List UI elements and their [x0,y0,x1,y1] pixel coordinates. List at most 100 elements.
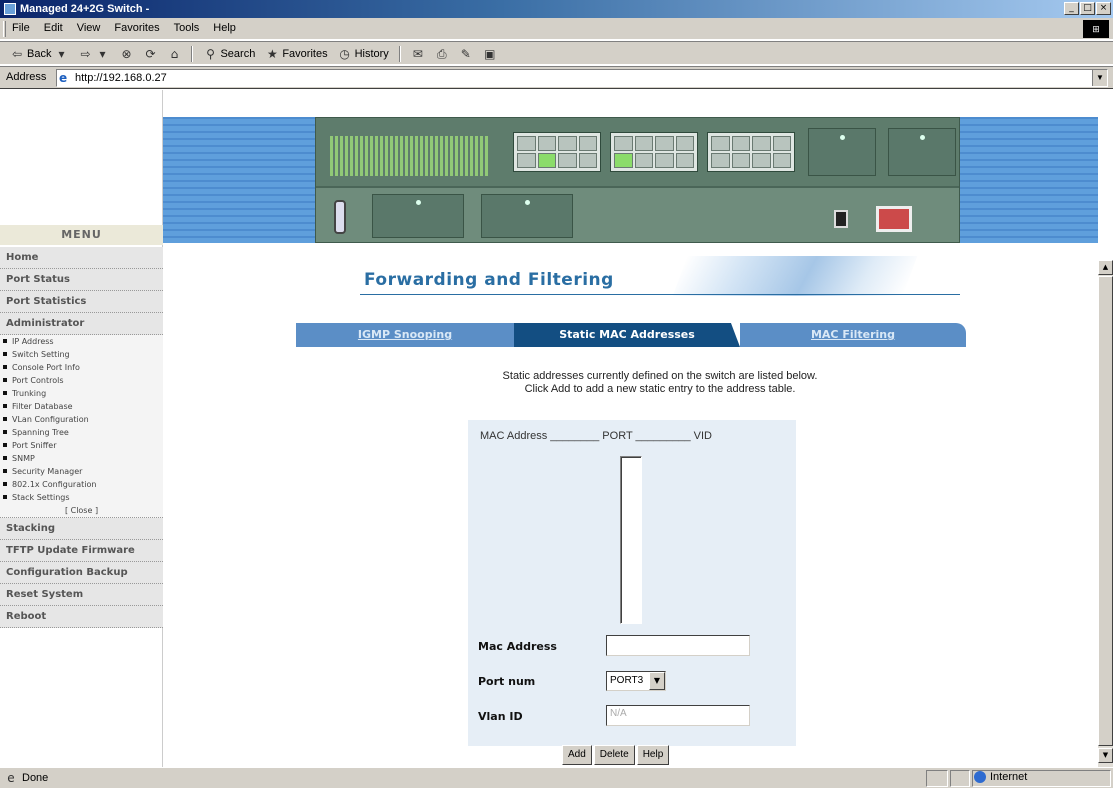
stack-slot-2[interactable] [481,194,573,238]
static-address-listbox[interactable] [620,456,642,624]
menu-edit[interactable]: Edit [44,22,63,34]
menu-file[interactable]: File [12,22,30,34]
favorites-label: Favorites [282,48,328,60]
stack-slot-1[interactable] [372,194,464,238]
scroll-down-icon[interactable]: ▼ [1098,748,1113,763]
refresh-icon[interactable]: ⟳ [143,47,157,61]
scroll-up-icon[interactable]: ▲ [1098,260,1113,275]
menu-item-administrator[interactable]: Administrator [0,313,163,335]
submenu-802-1x-configuration[interactable]: 802.1x Configuration [0,478,163,491]
port-21[interactable] [752,136,771,151]
menu-favorites[interactable]: Favorites [114,22,159,34]
port-12[interactable] [634,153,653,168]
mail-icon[interactable]: ✉ [411,47,425,61]
port-11[interactable] [634,136,653,151]
console-port[interactable] [334,200,346,234]
submenu-security-manager[interactable]: Security Manager [0,465,163,478]
add-button[interactable]: Add [562,745,592,765]
port-8[interactable] [578,153,597,168]
tab-igmp-snooping[interactable]: IGMP Snooping [296,323,514,347]
discuss-icon[interactable]: ▣ [483,47,497,61]
port-22[interactable] [752,153,771,168]
close-button[interactable]: × [1096,2,1111,15]
help-button[interactable]: Help [636,745,670,765]
submenu-switch-setting[interactable]: Switch Setting [0,348,163,361]
port-num-select[interactable]: PORT3 ▼ [606,671,666,691]
menu-item-port-statistics[interactable]: Port Statistics [0,291,163,313]
port-13[interactable] [655,136,674,151]
submenu-stack-settings[interactable]: Stack Settings [0,491,163,504]
forward-button[interactable]: ⇨ ▾ [78,47,109,61]
page-description: Static addresses currently defined on th… [360,370,960,396]
title-underline [360,294,960,295]
tab-mac-filtering[interactable]: MAC Filtering [740,323,966,347]
port-15[interactable] [675,136,694,151]
gigabit-slot-2[interactable] [888,128,956,176]
address-input[interactable]: e http://192.168.0.27 ▼ [56,69,1108,87]
menu-item-reset-system[interactable]: Reset System [0,584,163,606]
port-24[interactable] [772,153,791,168]
submenu-close[interactable]: [ Close ] [0,504,163,517]
address-dropdown-icon[interactable]: ▼ [1092,70,1107,86]
menu-help[interactable]: Help [213,22,236,34]
port-17[interactable] [711,136,730,151]
stop-icon[interactable]: ⊗ [119,47,133,61]
menu-item-configuration-backup[interactable]: Configuration Backup [0,562,163,584]
ie-app-icon [4,3,16,15]
maximize-button[interactable]: □ [1080,2,1095,15]
port-10[interactable] [614,153,633,168]
port-5[interactable] [558,136,577,151]
port-16[interactable] [675,153,694,168]
port-6[interactable] [558,153,577,168]
port-23[interactable] [772,136,791,151]
submenu-ip-address[interactable]: IP Address [0,335,163,348]
vlan-id-input[interactable]: N/A [606,705,750,726]
forward-dropdown-icon: ▾ [99,47,106,61]
print-icon[interactable]: ⎙ [435,47,449,61]
submenu-filter-database[interactable]: Filter Database [0,400,163,413]
port-2[interactable] [517,153,536,168]
favorites-button[interactable]: ★ Favorites [265,47,328,61]
tab-static-mac-addresses[interactable]: Static MAC Addresses [514,323,740,347]
submenu-snmp[interactable]: SNMP [0,452,163,465]
menu-item-home[interactable]: Home [0,247,163,269]
gigabit-slot-1[interactable] [808,128,876,176]
home-icon[interactable]: ⌂ [167,47,181,61]
menu-view[interactable]: View [77,22,101,34]
submenu-spanning-tree[interactable]: Spanning Tree [0,426,163,439]
chevron-down-icon[interactable]: ▼ [649,672,665,690]
status-leds [330,136,490,176]
edit-icon[interactable]: ✎ [459,47,473,61]
port-4[interactable] [537,153,556,168]
port-20[interactable] [731,153,750,168]
toolbar-grip[interactable] [3,21,6,37]
port-7[interactable] [578,136,597,151]
submenu-console-port-info[interactable]: Console Port Info [0,361,163,374]
menu-item-reboot[interactable]: Reboot [0,606,163,628]
port-3[interactable] [537,136,556,151]
delete-button[interactable]: Delete [593,745,635,765]
menu-item-tftp-update-firmware[interactable]: TFTP Update Firmware [0,540,163,562]
menu-header: MENU [0,225,163,245]
submenu-port-sniffer[interactable]: Port Sniffer [0,439,163,452]
submenu-trunking[interactable]: Trunking [0,387,163,400]
scrollbar-thumb[interactable] [1098,276,1113,746]
minimize-button[interactable]: _ [1064,2,1079,15]
port-1[interactable] [517,136,536,151]
search-button[interactable]: ⚲ Search [203,47,255,61]
port-14[interactable] [655,153,674,168]
mac-address-input[interactable] [606,635,750,656]
port-19[interactable] [731,136,750,151]
vertical-scrollbar[interactable]: ▲ ▼ [1098,90,1113,767]
history-label: History [354,48,389,60]
port-9[interactable] [614,136,633,151]
menu-tools[interactable]: Tools [174,22,200,34]
menu-item-port-status[interactable]: Port Status [0,269,163,291]
history-button[interactable]: ◷ History [338,47,389,61]
submenu-vlan-configuration[interactable]: VLan Configuration [0,413,163,426]
back-button[interactable]: ⇦ Back ▾ [10,47,68,61]
port-18[interactable] [711,153,730,168]
menu-item-stacking[interactable]: Stacking [0,518,163,540]
submenu-port-controls[interactable]: Port Controls [0,374,163,387]
switch-banner [163,117,1098,243]
